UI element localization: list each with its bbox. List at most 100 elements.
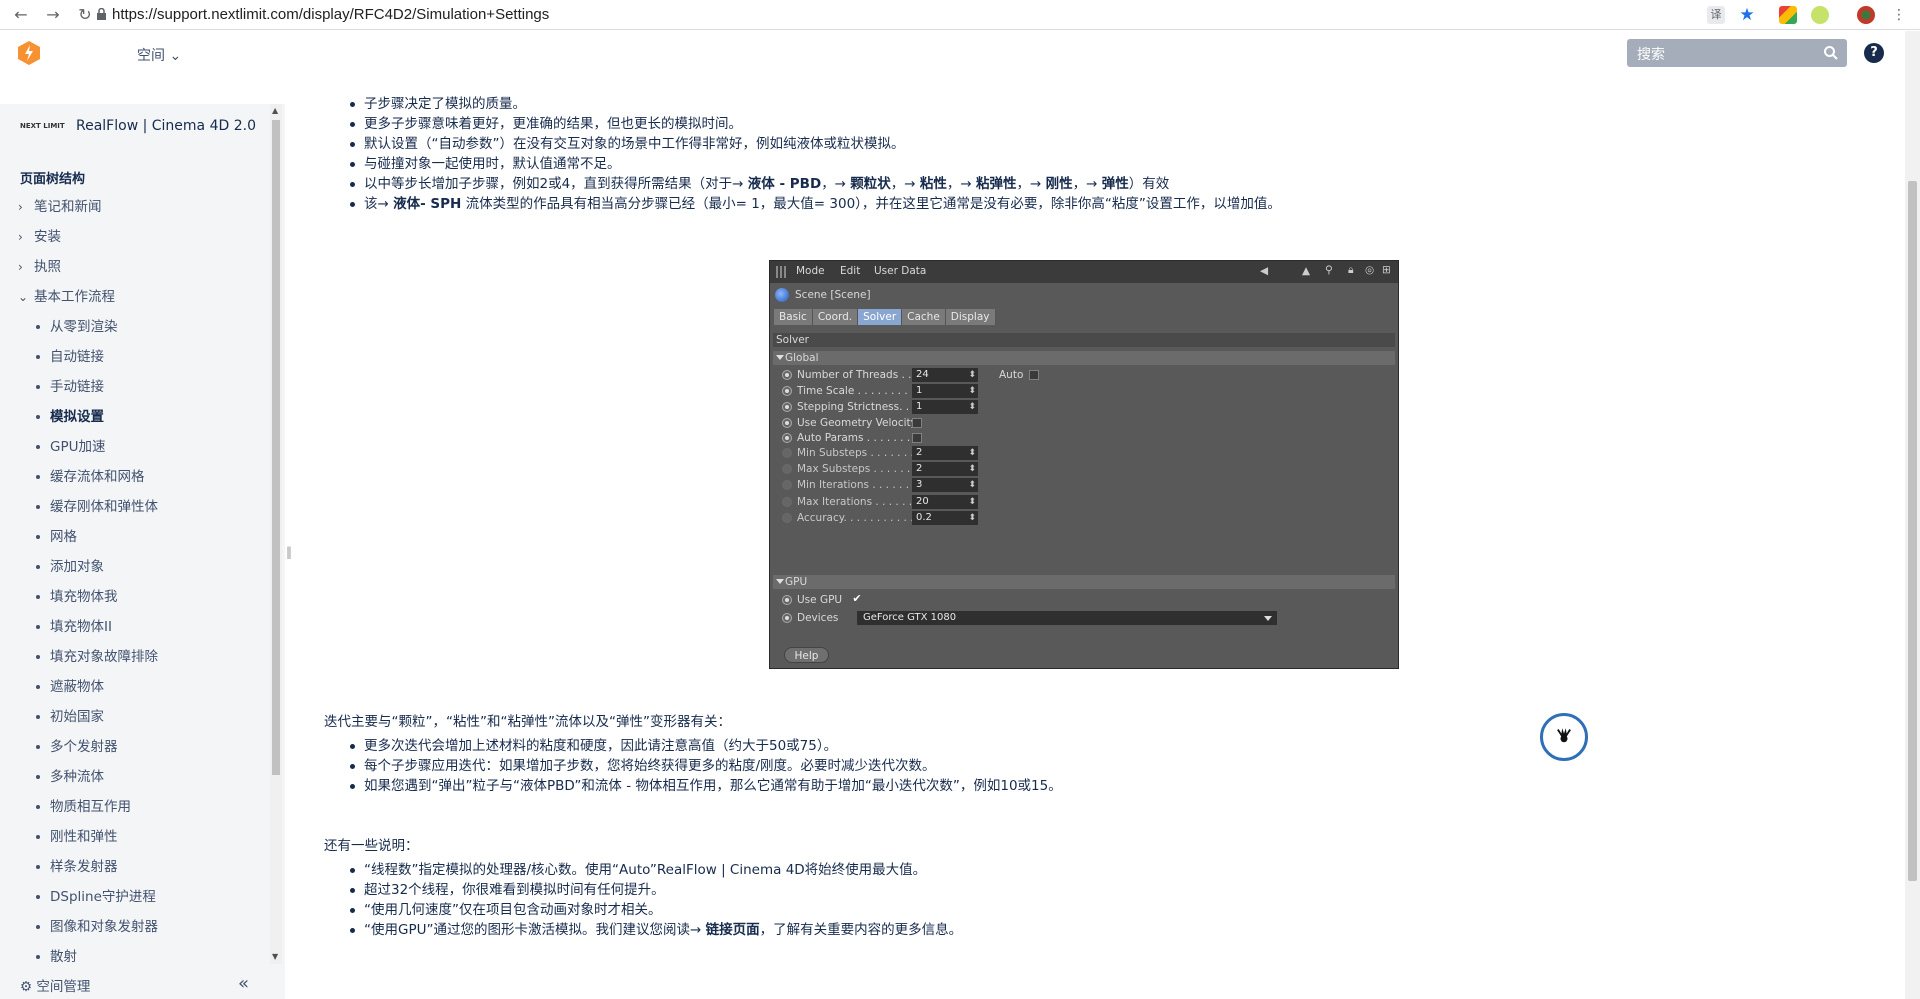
sidebar-scroll-thumb[interactable] (272, 120, 280, 775)
global-group-header[interactable]: Global (773, 351, 1395, 365)
sidebar-item[interactable]: › 笔记和新闻 (0, 192, 270, 222)
sidebar-item[interactable]: 遮蔽物体 (0, 672, 270, 702)
tab-basic[interactable]: Basic (774, 309, 813, 325)
gpu-group-header[interactable]: GPU (773, 575, 1395, 589)
animate-radio-icon[interactable] (782, 386, 792, 396)
sidebar-item[interactable]: 从零到渲染 (0, 312, 270, 342)
animate-radio-icon[interactable] (782, 497, 792, 507)
animate-radio-icon[interactable] (782, 418, 792, 428)
inline-link[interactable]: 刚性 (1046, 176, 1073, 192)
tab-solver[interactable]: Solver (858, 309, 903, 325)
animate-radio-icon[interactable] (782, 480, 792, 490)
sidebar-scrollbar[interactable]: ▲ ▼ (270, 104, 282, 964)
menu-mode[interactable]: Mode (796, 265, 825, 277)
animate-radio-icon[interactable] (782, 513, 792, 523)
inline-link[interactable]: 弹性 (1102, 176, 1129, 192)
param-value-input[interactable]: 1 (912, 400, 978, 414)
animate-radio-icon[interactable] (782, 595, 792, 605)
extension-icon[interactable] (1779, 6, 1797, 24)
sidebar-item[interactable]: 填充对象故障排除 (0, 642, 270, 672)
page-scroll-thumb[interactable] (1908, 181, 1917, 881)
space-brand[interactable]: NEXT LIMIT RealFlow | Cinema 4D 2.0 (20, 118, 256, 134)
sidebar-item[interactable]: 网格 (0, 522, 270, 552)
sidebar-item[interactable]: 自动链接 (0, 342, 270, 372)
sidebar-item[interactable]: 缓存刚体和弹性体 (0, 492, 270, 522)
help-button[interactable]: Help (784, 647, 829, 663)
sidebar-item[interactable]: ⌄ 基本工作流程 (0, 282, 270, 312)
target-icon[interactable]: ◎ (1365, 264, 1374, 276)
sidebar-item[interactable]: 手动链接 (0, 372, 270, 402)
param-value-input[interactable]: 3 (912, 478, 978, 492)
sidebar-item[interactable]: 缓存流体和网格 (0, 462, 270, 492)
sidebar-item[interactable]: 样条发射器 (0, 852, 270, 882)
back-arrow-icon[interactable]: ◀ (1260, 265, 1268, 277)
menu-edit[interactable]: Edit (840, 265, 860, 277)
menu-dots-icon[interactable]: ⋮ (1888, 4, 1910, 26)
forward-arrow-icon[interactable]: → (42, 4, 64, 26)
search-icon[interactable]: ⚲ (1325, 264, 1333, 276)
back-arrow-icon[interactable]: ← (10, 4, 32, 26)
sidebar-item[interactable]: 添加对象 (0, 552, 270, 582)
sidebar-item[interactable]: 刚性和弹性 (0, 822, 270, 852)
space-menu[interactable]: 空间 ⌄ (137, 45, 181, 65)
space-tools-link[interactable]: ⚙ 空间管理 (20, 975, 90, 995)
animate-radio-icon[interactable] (782, 433, 792, 443)
sidebar-item[interactable]: 多个发射器 (0, 732, 270, 762)
chevron-down-icon[interactable]: ⌄ (18, 282, 28, 312)
sidebar-item[interactable]: GPU加速 (0, 432, 270, 462)
param-checkbox[interactable] (912, 433, 922, 443)
sidebar-item[interactable]: › 执照 (0, 252, 270, 282)
scroll-up-icon[interactable]: ▲ (272, 106, 278, 115)
profile-avatar-icon[interactable] (1857, 6, 1875, 24)
chevron-right-icon[interactable]: › (18, 222, 23, 252)
deer-logo-icon[interactable] (1540, 713, 1588, 761)
sidebar-item[interactable]: 图像和对象发射器 (0, 912, 270, 942)
param-value-input[interactable]: 2 (912, 462, 978, 476)
sidebar-item[interactable]: 填充物体我 (0, 582, 270, 612)
inline-link[interactable]: 粘弹性 (976, 176, 1017, 192)
sidebar-item[interactable]: 多种流体 (0, 762, 270, 792)
auto-checkbox[interactable] (1029, 370, 1039, 380)
inline-link[interactable]: 颗粒状 (850, 176, 891, 192)
animate-radio-icon[interactable] (782, 613, 792, 623)
sidebar-item[interactable]: 初始国家 (0, 702, 270, 732)
tab-display[interactable]: Display (945, 309, 996, 325)
search-input[interactable]: 搜索 (1627, 39, 1847, 67)
up-arrow-icon[interactable]: ▲ (1302, 265, 1310, 277)
param-value-input[interactable]: 2 (912, 446, 978, 460)
new-panel-icon[interactable]: ⊞ (1382, 264, 1391, 276)
param-value-input[interactable]: 1 (912, 384, 978, 398)
bookmark-star-icon[interactable]: ★ (1738, 6, 1756, 24)
lock-icon[interactable]: 🔒︎ (1348, 264, 1354, 277)
chevron-right-icon[interactable]: › (18, 252, 23, 282)
param-value-input[interactable]: 24 (912, 368, 978, 382)
sidebar-item[interactable]: DSpline守护进程 (0, 882, 270, 912)
inline-link[interactable]: 液体 - PBD (748, 176, 821, 192)
animate-radio-icon[interactable] (782, 448, 792, 458)
sidebar-resize-handle[interactable]: ‖ (286, 545, 292, 559)
scroll-down-icon[interactable]: ▼ (272, 952, 278, 961)
space-name[interactable]: RealFlow | Cinema 4D 2.0 (76, 118, 256, 134)
animate-radio-icon[interactable] (782, 402, 792, 412)
sidebar-item[interactable]: › 安装 (0, 222, 270, 252)
confluence-logo-icon[interactable] (18, 41, 40, 65)
param-value-input[interactable]: 0.2 (912, 511, 978, 525)
page-scrollbar[interactable] (1905, 31, 1920, 999)
animate-radio-icon[interactable] (782, 370, 792, 380)
tab-coord[interactable]: Coord. (812, 309, 859, 325)
tab-cache[interactable]: Cache (902, 309, 946, 325)
param-checkbox[interactable] (912, 418, 922, 428)
address-bar[interactable]: https://support.nextlimit.com/display/RF… (112, 5, 549, 25)
inline-link[interactable]: 链接页面 (706, 922, 760, 938)
extension-icon[interactable] (1811, 6, 1829, 24)
search-icon[interactable] (1823, 45, 1839, 61)
use-gpu-checkbox[interactable]: ✔ (852, 593, 862, 605)
animate-radio-icon[interactable] (782, 464, 792, 474)
inline-link[interactable]: 液体- SPH (393, 196, 461, 212)
translate-icon[interactable]: 译 (1707, 6, 1725, 24)
sidebar-item[interactable]: 模拟设置 (0, 402, 270, 432)
reload-icon[interactable]: ↻ (74, 4, 96, 26)
sidebar-item[interactable]: 物质相互作用 (0, 792, 270, 822)
sidebar-item[interactable]: 填充物体II (0, 612, 270, 642)
devices-select[interactable]: GeForce GTX 1080 (857, 611, 1277, 625)
